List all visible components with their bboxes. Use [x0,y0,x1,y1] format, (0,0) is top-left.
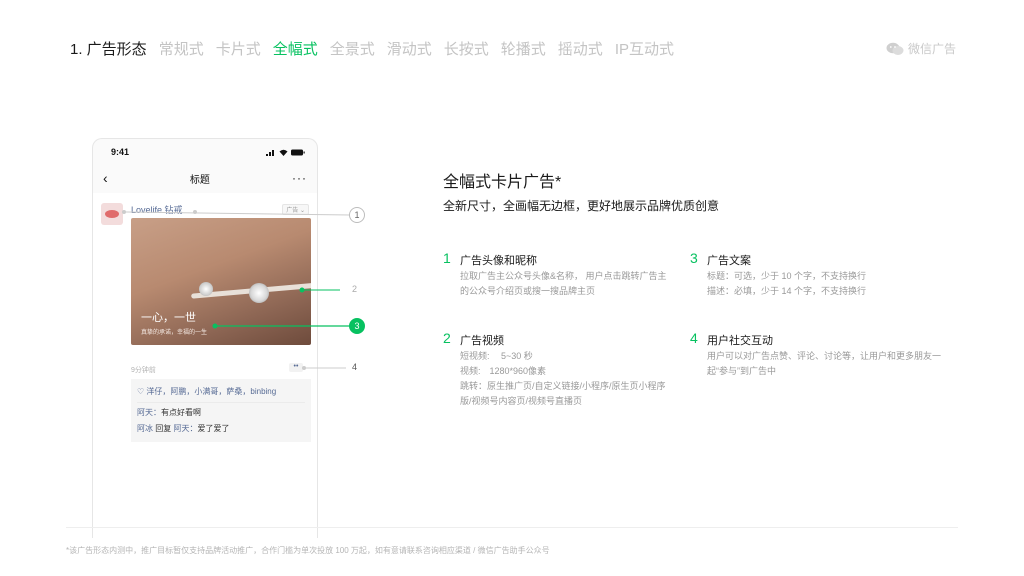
feature-title: 广告视频 [460,335,504,347]
feature-desc: 短视频: 5~30 秒 视频: 1280*960像素 跳转：原生推广页/自定义链… [460,349,670,409]
feature-title: 广告头像和昵称 [460,255,537,267]
feature-title: 广告文案 [707,255,751,267]
callout-3: 3 [349,318,365,334]
desc-line: 跳转：原生推广页/自定义链接/小程序/原生页小程序版/视频号内容页/视频号直播页 [460,381,666,406]
callout-1: 1 [349,207,365,223]
feature-number: 3 [690,250,698,266]
feature-desc: 用户可以对广告点赞、评论、讨论等，让用户和更多朋友一起“参与”到广告中 [707,351,942,376]
panel-subtitle: 全新尺寸，全画幅无边框，更好地展示品牌优质创意 [443,199,720,213]
feature-number: 4 [690,330,698,346]
desc-line: 短视频: 5~30 秒 [460,351,533,361]
feature-desc: 标题：可选，少于 10 个字，不支持换行 描述：必填，少于 14 个字，不支持换… [707,269,917,299]
footer-divider [66,527,958,528]
desc-line: 描述：必填，少于 14 个字，不支持换行 [707,286,867,296]
footnote: *该广告形态内测中，推广目标暂仅支持品牌活动推广，合作门槛为单次投放 100 万… [66,546,550,555]
feature-number: 2 [443,330,451,346]
desc-line: 标题：可选，少于 10 个字，不支持换行 [707,271,867,281]
feature-title: 用户社交互动 [707,335,773,347]
callout-2: 2 [352,284,358,294]
feature-desc: 拉取广告主公众号头像&名称， 用户点击跳转广告主的公众号介绍页或搜一搜品牌主页 [460,271,667,296]
callout-4: 4 [352,362,358,372]
panel-title: 全幅式卡片广告* [443,174,562,191]
desc-line: 视频: 1280*960像素 [460,366,547,376]
feature-number: 1 [443,250,451,266]
